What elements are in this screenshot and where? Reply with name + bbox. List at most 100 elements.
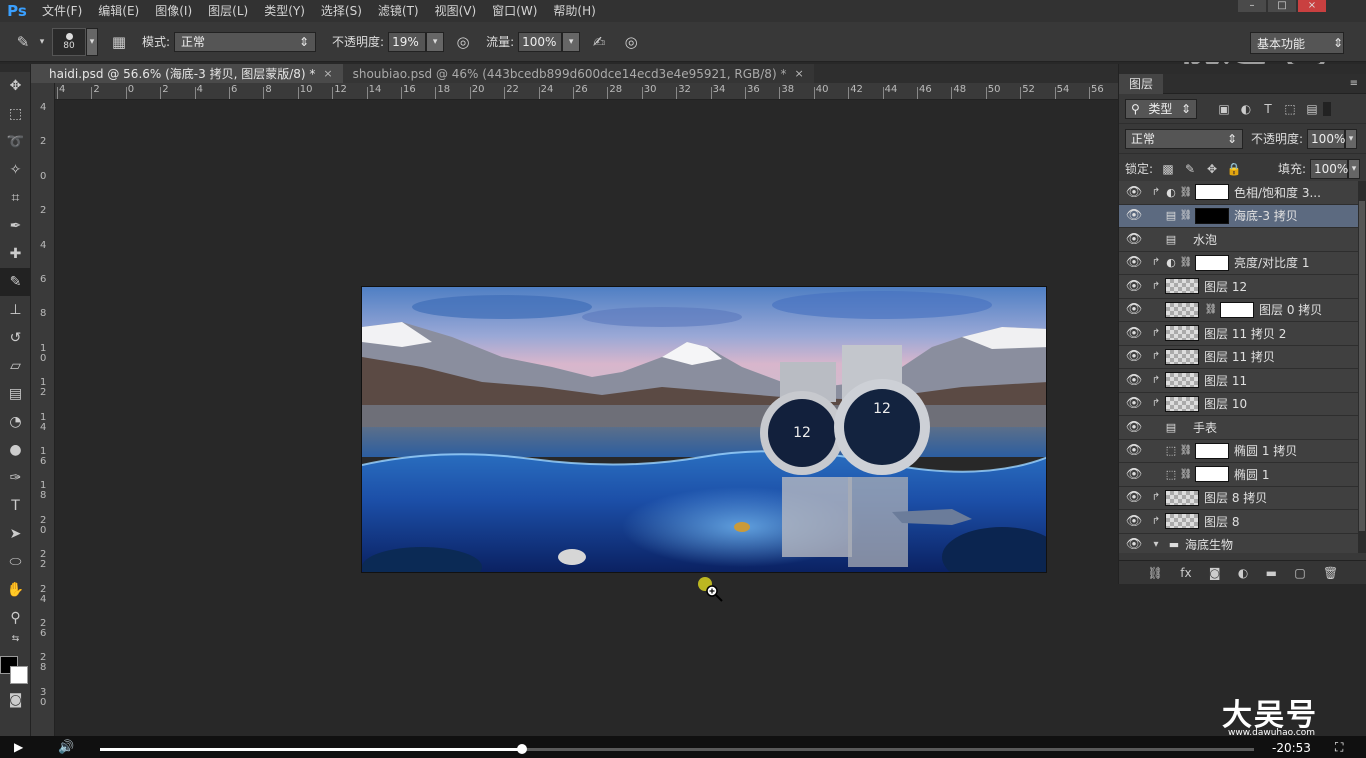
lasso-tool-icon[interactable]: ➰ [0,128,31,156]
eye-icon[interactable]: 👁 [1119,279,1149,294]
layer-row[interactable]: 👁 ⬚ ⛓ 椭圆 1 [1119,463,1359,487]
link-icon[interactable]: ⛓ [1179,257,1193,268]
eye-icon[interactable]: 👁 [1119,255,1149,270]
menu-item[interactable]: 编辑(E) [90,0,147,22]
panel-menu-icon[interactable]: ≡ [1350,78,1358,89]
lock-position-icon[interactable]: ✥ [1201,162,1223,176]
brush-tool-preset-icon[interactable]: ✎ [10,29,36,55]
dodge-tool-icon[interactable]: ● [0,436,31,464]
menu-item[interactable]: 帮助(H) [545,0,603,22]
layers-scrollbar[interactable] [1358,181,1366,553]
pressure-size-icon[interactable]: ◎ [618,29,644,55]
brush-panel-toggle-icon[interactable]: ▦ [106,29,132,55]
filter-type-icon[interactable]: T [1257,102,1279,116]
layer-opacity-dropdown[interactable]: ▾ [1345,128,1358,149]
eyedropper-tool-icon[interactable]: ✒ [0,212,31,240]
fx-icon[interactable]: fx [1180,566,1191,580]
layer-row[interactable]: 👁 ⛓ 图层 0 拷贝 [1119,298,1359,322]
eye-icon[interactable]: 👁 [1119,232,1149,247]
panel-collapse-bar[interactable] [1119,64,1366,74]
blur-tool-icon[interactable]: ◔ [0,408,31,436]
filter-shape-icon[interactable]: ⬚ [1279,102,1301,116]
tab-shoubiao[interactable]: shoubiao.psd @ 46% (443bcedb899d600dce14… [342,64,814,83]
eye-icon[interactable]: 👁 [1119,420,1149,435]
close-icon[interactable]: × [794,67,803,80]
swap-colors-icon[interactable]: ⇆ [0,632,31,646]
layer-opacity-input[interactable]: 100% [1307,128,1345,149]
menu-item[interactable]: 图像(I) [147,0,200,22]
path-selection-tool-icon[interactable]: ➤ [0,520,31,548]
chevron-down-icon[interactable]: ▾ [36,29,48,55]
chevron-down-icon[interactable]: ▾ [1149,539,1163,550]
eye-icon[interactable]: 👁 [1119,537,1149,552]
quick-mask-icon[interactable]: ◙ [0,686,31,714]
eraser-tool-icon[interactable]: ▱ [0,352,31,380]
close-icon[interactable]: × [323,67,332,80]
healing-brush-tool-icon[interactable]: ✚ [0,240,31,268]
tab-layers[interactable]: 图层 [1119,73,1164,94]
menu-item[interactable]: 视图(V) [427,0,485,22]
tab-haidi[interactable]: haidi.psd @ 56.6% (海底-3 拷贝, 图层蒙版/8) * × [31,64,343,83]
layer-row[interactable]: 👁 ↱ 图层 11 拷贝 2 [1119,322,1359,346]
magic-wand-tool-icon[interactable]: ✧ [0,156,31,184]
move-tool-icon[interactable]: ✥ [0,72,31,100]
eye-icon[interactable]: 👁 [1119,208,1149,223]
layer-row[interactable]: 👁 ↱ 图层 11 拷贝 [1119,345,1359,369]
menu-item[interactable]: 选择(S) [313,0,370,22]
opacity-dropdown[interactable]: ▾ [426,31,445,52]
layer-row[interactable]: 👁 ↱ 图层 8 拷贝 [1119,486,1359,510]
layer-row[interactable]: 👁 ↱ ◐ ⛓ 色相/饱和度 3... [1119,181,1359,205]
filter-adjustment-icon[interactable]: ◐ [1235,102,1257,116]
document-image[interactable]: 12 12 [361,286,1047,573]
eye-icon[interactable]: 👁 [1119,467,1149,482]
eye-icon[interactable]: 👁 [1119,490,1149,505]
eye-icon[interactable]: 👁 [1119,443,1149,458]
menu-item[interactable]: 文件(F) [34,0,90,22]
lock-all-icon[interactable]: 🔒 [1223,162,1245,176]
eye-icon[interactable]: 👁 [1119,302,1149,317]
fill-dropdown[interactable]: ▾ [1348,158,1360,179]
eye-icon[interactable]: 👁 [1119,396,1149,411]
eye-icon[interactable]: 👁 [1119,326,1149,341]
pressure-opacity-icon[interactable]: ◎ [450,29,476,55]
layer-row[interactable]: 👁 ↱ 图层 10 [1119,392,1359,416]
new-group-icon[interactable]: ▬ [1266,566,1277,580]
zoom-tool-icon[interactable]: ⚲ [0,604,31,632]
layer-filter-select[interactable]: ⚲ 类型 ⇕ [1125,98,1197,119]
filter-smart-object-icon[interactable]: ▤ [1301,102,1323,116]
link-icon[interactable]: ⛓ [1204,304,1218,315]
layer-row[interactable]: 👁 ↱ 图层 11 [1119,369,1359,393]
flow-input[interactable]: 100% [518,31,563,52]
new-adjustment-icon[interactable]: ◐ [1238,566,1248,580]
blend-mode-select[interactable]: 正常 ⇕ [1125,128,1243,149]
play-icon[interactable]: ▶ [14,740,34,754]
lock-pixels-icon[interactable]: ✎ [1179,162,1201,176]
layer-row[interactable]: 👁 ▤ ⛓ 海底-3 拷贝 [1119,204,1359,228]
new-layer-icon[interactable]: ▢ [1294,566,1305,580]
vertical-ruler[interactable]: 4 2 0 2 4 6 8 1 0 1 2 1 4 1 6 1 8 2 0 2 2 2 4 2 6 2 8 3 0 [31,83,55,736]
delete-layer-icon[interactable]: 🗑 [1323,566,1338,580]
brush-size-picker[interactable]: 80 [52,27,86,56]
pen-tool-icon[interactable]: ✑ [0,464,31,492]
layer-row[interactable]: 👁 ▤ 手表 [1119,416,1359,440]
type-tool-icon[interactable]: T [0,492,31,520]
eye-icon[interactable]: 👁 [1119,373,1149,388]
menu-item[interactable]: 类型(Y) [256,0,313,22]
layer-row[interactable]: 👁 ↱ ◐ ⛓ 亮度/对比度 1 [1119,251,1359,275]
menu-item[interactable]: 窗口(W) [484,0,545,22]
eye-icon[interactable]: 👁 [1119,514,1149,529]
menu-item[interactable]: 滤镜(T) [370,0,427,22]
lock-transparency-icon[interactable]: ▩ [1157,162,1179,176]
layer-row[interactable]: 👁 ⬚ ⛓ 椭圆 1 拷贝 [1119,439,1359,463]
link-icon[interactable]: ⛓ [1179,187,1193,198]
crop-tool-icon[interactable]: ⌗ [0,184,31,212]
layer-row[interactable]: 👁 ▤ 水泡 [1119,228,1359,252]
eye-icon[interactable]: 👁 [1119,185,1149,200]
link-icon[interactable]: ⛓ [1179,210,1193,221]
gradient-tool-icon[interactable]: ▤ [0,380,31,408]
opacity-input[interactable]: 19% [388,31,427,52]
horizontal-ruler[interactable]: 4 2 0 2 4 6 8 10 12 14 16 18 20 22 24 26 28 30 32 34 36 38 40 4… [55,83,1118,100]
filter-pixel-icon[interactable]: ▣ [1213,102,1235,116]
scrollbar-thumb[interactable] [1359,201,1365,531]
eye-icon[interactable]: 👁 [1119,349,1149,364]
